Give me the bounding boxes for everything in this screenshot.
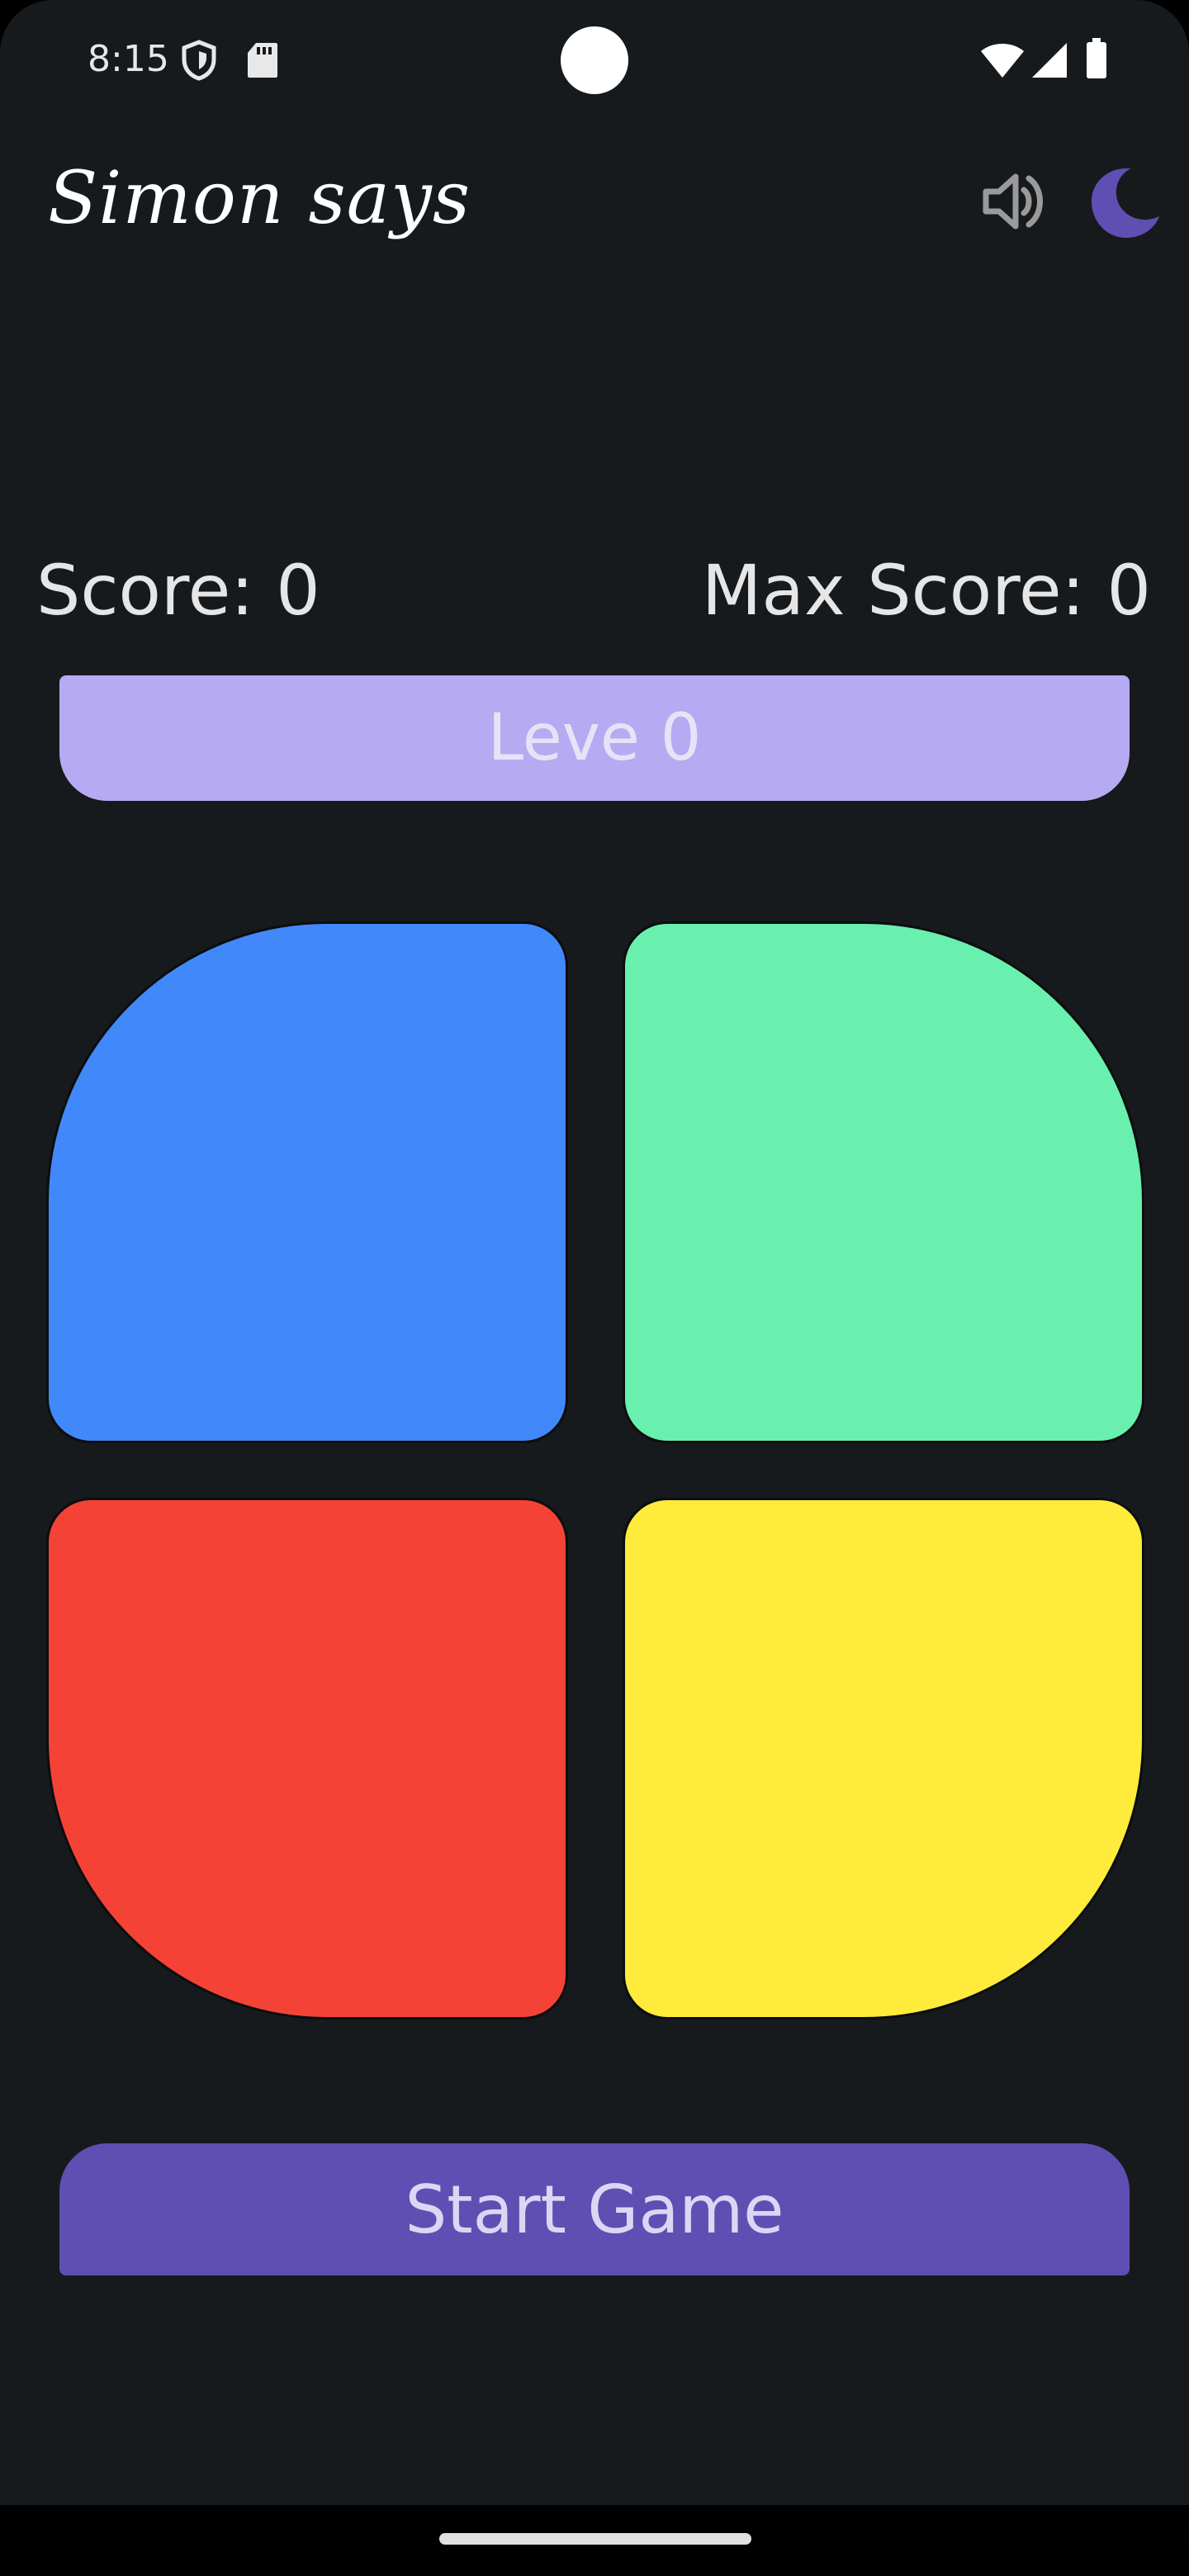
sd-card-icon (248, 43, 277, 78)
app-title: Simon says (48, 155, 471, 240)
start-game-button[interactable]: Start Game (59, 2143, 1130, 2275)
battery-icon (1087, 38, 1106, 78)
level-label: Leve 0 (487, 701, 702, 775)
red-pad[interactable] (46, 1498, 568, 2020)
green-pad[interactable] (623, 921, 1144, 1443)
moon-icon (1092, 168, 1159, 238)
start-game-label: Start Game (405, 2171, 784, 2248)
max-score-label: Max Score: 0 (701, 550, 1151, 631)
level-bar: Leve 0 (59, 675, 1130, 801)
theme-toggle-button[interactable] (1087, 162, 1166, 241)
camera-cutout (561, 26, 628, 94)
status-time: 8:15 (88, 38, 169, 80)
blue-pad[interactable] (46, 921, 568, 1443)
yellow-pad[interactable] (623, 1498, 1144, 2020)
sound-toggle-button[interactable] (974, 162, 1054, 241)
shield-icon (182, 40, 216, 81)
score-label: Score: 0 (36, 550, 320, 631)
home-gesture-handle[interactable] (439, 2533, 751, 2545)
volume-up-icon (983, 173, 1043, 230)
app-screen: 8:15 Simon says Score: 0 Max Score: 0 Le… (0, 0, 1189, 2576)
wifi-icon (981, 44, 1024, 78)
signal-icon (1032, 43, 1067, 78)
